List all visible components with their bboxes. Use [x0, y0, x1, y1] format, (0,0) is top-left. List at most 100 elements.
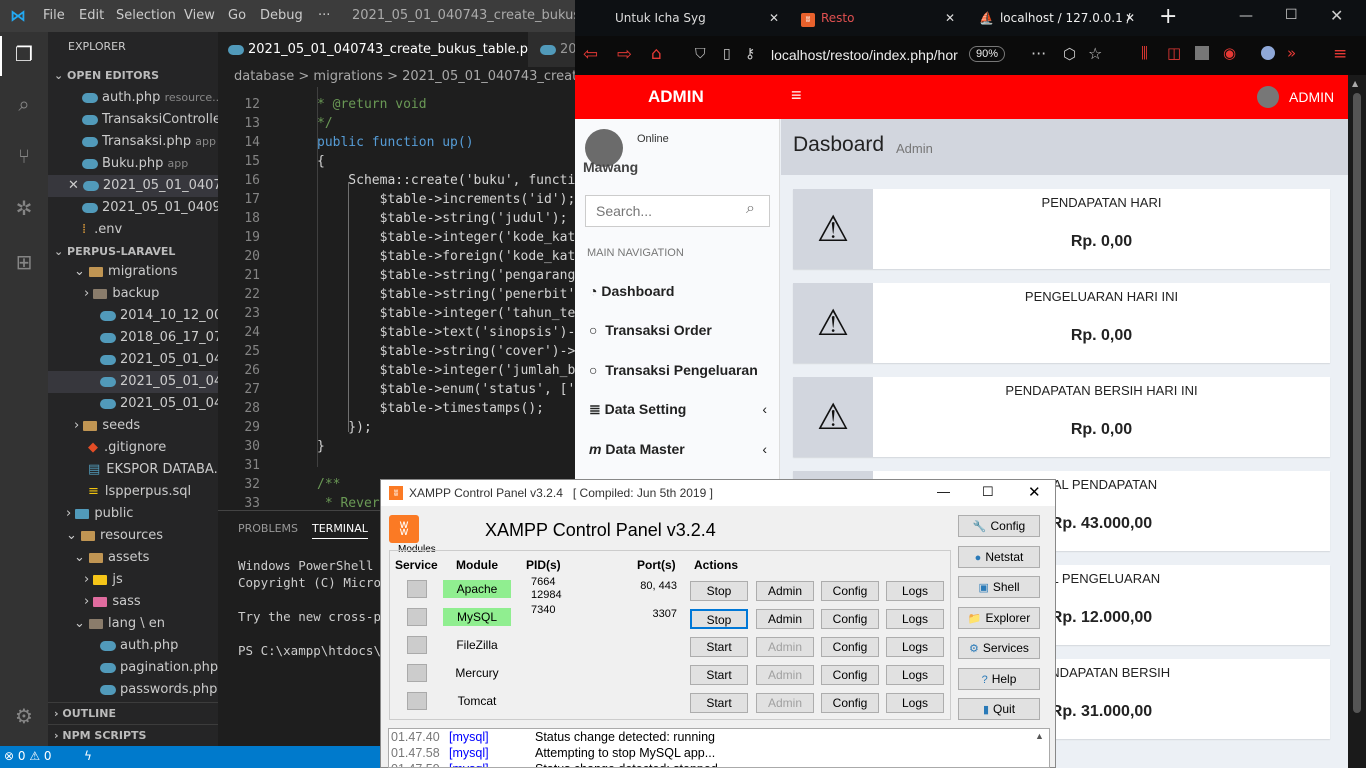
module-config-button[interactable]: Config	[821, 637, 879, 657]
sidebar-toggle-icon[interactable]: ≡	[791, 85, 802, 106]
tab-inactive[interactable]: 20	[530, 32, 580, 67]
breadcrumb[interactable]: database > migrations > 2021_05_01_04074…	[218, 67, 580, 87]
open-editor-item-active[interactable]: ✕ 2021_05_01_0407...	[48, 175, 218, 197]
side-button-services[interactable]: ⚙ Services	[958, 637, 1040, 659]
error-warning-counts[interactable]: ⊗ 0 ⚠ 0	[4, 749, 52, 763]
tree-folder[interactable]: › seeds	[48, 415, 218, 437]
tree-file[interactable]: ▤ EKSPOR DATABA...	[48, 459, 218, 481]
search-icon[interactable]: ⌕	[12, 92, 36, 116]
tree-folder[interactable]: › sass	[48, 591, 218, 613]
log-panel[interactable]: 01.47.40 [mysql] Status change detected: r…	[388, 728, 1050, 768]
project-header[interactable]: ⌄ PERPUS-LARAVEL	[48, 241, 218, 263]
module-admin-button[interactable]: Admin	[756, 665, 814, 685]
open-editor-item[interactable]: TransaksiControlle...	[48, 109, 218, 131]
nav-data-setting[interactable]: ≣ Data Setting ‹	[589, 401, 767, 418]
nav-transaksi-pengeluaran[interactable]: ○ Transaksi Pengeluaran	[589, 362, 758, 378]
close-icon[interactable]: ✕	[1028, 483, 1041, 501]
nav-data-master[interactable]: m Data Master ‹	[589, 441, 767, 457]
open-editor-item[interactable]: Buku.php app	[48, 153, 218, 175]
tree-folder[interactable]: › backup	[48, 283, 218, 305]
source-control-icon[interactable]: ⑂	[12, 144, 36, 168]
tree-folder[interactable]: › js	[48, 569, 218, 591]
close-icon[interactable]: ✕	[68, 178, 79, 193]
tree-file[interactable]: ◆ .gitignore	[48, 437, 218, 459]
tree-folder[interactable]: ⌄ migrations	[48, 261, 218, 283]
side-button-shell[interactable]: ▣ Shell	[958, 576, 1040, 598]
nav-transaksi-order[interactable]: ○ Transaksi Order	[589, 322, 712, 338]
maximize-icon[interactable]: ☐	[1285, 7, 1298, 23]
extension-icon[interactable]	[1195, 46, 1209, 60]
permissions-icon[interactable]: ⚷	[745, 46, 755, 62]
url-bar[interactable]: localhost/restoo/index.php/hor	[771, 47, 967, 63]
menu-file[interactable]: File	[43, 8, 65, 23]
close-icon[interactable]: ✕	[769, 0, 779, 36]
module-admin-button[interactable]: Admin	[756, 609, 814, 629]
menu-more[interactable]: ···	[318, 8, 330, 23]
admin-brand[interactable]: ADMIN	[648, 87, 704, 107]
module-logs-button[interactable]: Logs	[886, 637, 944, 657]
close-icon[interactable]: ✕	[945, 0, 955, 36]
open-editor-item[interactable]: auth.php resource...	[48, 87, 218, 109]
tree-file[interactable]: passwords.php	[48, 679, 218, 701]
tab-terminal[interactable]: TERMINAL	[312, 522, 368, 539]
overflow-icon[interactable]: »	[1287, 44, 1296, 62]
open-editor-item[interactable]: ⁞ .env	[48, 219, 218, 241]
sidebar-icon[interactable]: ◫	[1167, 44, 1181, 62]
tree-file[interactable]: 2014_10_12_00...	[48, 305, 218, 327]
tree-folder[interactable]: › public	[48, 503, 218, 525]
nav-dashboard[interactable]: ◔ Dashboard	[589, 283, 674, 299]
npm-scripts-header[interactable]: › NPM SCRIPTS	[48, 724, 218, 746]
menu-debug[interactable]: Debug	[260, 8, 303, 23]
module-action-button[interactable]: Start	[690, 693, 748, 713]
module-config-button[interactable]: Config	[821, 665, 879, 685]
module-admin-button[interactable]: Admin	[756, 693, 814, 713]
module-admin-button[interactable]: Admin	[756, 637, 814, 657]
bookmark-star-icon[interactable]: ☆	[1088, 44, 1102, 63]
scroll-up-icon[interactable]: ▲	[1352, 79, 1358, 88]
open-editor-item[interactable]: 2021_05_01_0409...	[48, 197, 218, 219]
menu-selection[interactable]: Selection	[116, 8, 176, 23]
scroll-thumb[interactable]	[1353, 93, 1361, 713]
module-action-button[interactable]: Start	[690, 665, 748, 685]
module-logs-button[interactable]: Logs	[886, 693, 944, 713]
tree-folder[interactable]: ⌄ resources	[48, 525, 218, 547]
side-button-netstat[interactable]: ● Netstat	[958, 545, 1040, 568]
module-logs-button[interactable]: Logs	[886, 665, 944, 685]
close-icon[interactable]: ✕	[1125, 0, 1135, 36]
scroll-up-icon[interactable]: ▲	[1035, 731, 1044, 741]
menu-edit[interactable]: Edit	[79, 8, 104, 23]
browser-tab[interactable]: Untuk Icha Syg ✕	[615, 0, 791, 36]
library-icon[interactable]: ⫼	[1141, 44, 1148, 62]
service-checkbox[interactable]	[407, 692, 427, 710]
avatar[interactable]	[1257, 86, 1279, 108]
module-logs-button[interactable]: Logs	[886, 609, 944, 629]
settings-gear-icon[interactable]: ⚙	[12, 704, 36, 728]
tree-file[interactable]: pagination.php	[48, 657, 218, 679]
hamburger-menu-icon[interactable]: ≡	[1333, 44, 1347, 64]
tree-file[interactable]: auth.php	[48, 635, 218, 657]
pocket-icon[interactable]: ⬡	[1063, 45, 1076, 63]
debug-icon[interactable]: ✲	[12, 196, 36, 220]
extensions-icon[interactable]: ⊞	[12, 250, 36, 274]
user-menu[interactable]: ADMIN	[1289, 89, 1334, 105]
tree-folder[interactable]: ⌄ lang \ en	[48, 613, 218, 635]
close-window-icon[interactable]: ✕	[1330, 6, 1343, 25]
tree-file[interactable]: ≡ lspperpus.sql	[48, 481, 218, 503]
tree-file[interactable]: 2021_05_01_04...	[48, 349, 218, 371]
tab-active[interactable]: 2021_05_01_040743_create_bukus_table.php…	[218, 32, 528, 67]
forward-icon[interactable]: ⇨	[617, 44, 632, 65]
menu-view[interactable]: View	[184, 8, 215, 23]
tree-folder[interactable]: ⌄ assets	[48, 547, 218, 569]
open-editors-header[interactable]: ⌄ OPEN EDITORS	[48, 65, 218, 87]
extension-icon[interactable]	[1261, 46, 1275, 60]
minimize-icon[interactable]: —	[1239, 8, 1253, 24]
page-info-icon[interactable]: ▯	[723, 46, 731, 62]
search-icon[interactable]: ⌕	[746, 200, 755, 218]
lightning-icon[interactable]: ϟ	[84, 749, 92, 763]
search-input[interactable]	[596, 202, 736, 220]
page-scrollbar[interactable]: ▲	[1348, 75, 1366, 768]
service-checkbox[interactable]	[407, 636, 427, 654]
module-action-button[interactable]: Stop	[690, 609, 748, 629]
tree-file[interactable]: 2021_05_01_04...	[48, 393, 218, 415]
module-config-button[interactable]: Config	[821, 609, 879, 629]
